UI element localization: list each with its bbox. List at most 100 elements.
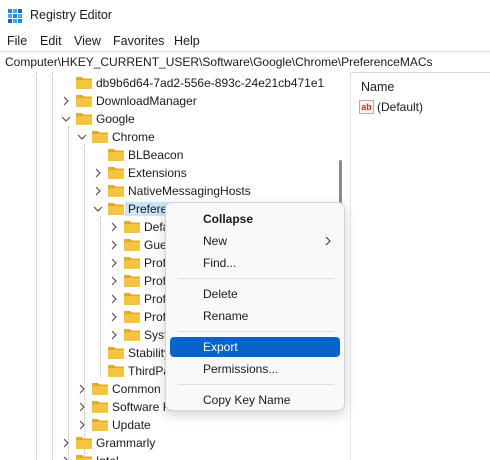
context-item-label: Rename xyxy=(203,309,249,323)
tree-item-google[interactable]: Google xyxy=(60,110,340,128)
chevron-right-icon[interactable] xyxy=(108,257,120,269)
window-title: Registry Editor xyxy=(30,8,112,22)
menu-separator xyxy=(178,384,334,385)
menu-view[interactable]: View xyxy=(74,34,101,48)
tree-item-label: BLBeacon xyxy=(128,148,184,162)
context-item-label: Find... xyxy=(203,256,237,270)
folder-icon xyxy=(108,185,124,197)
folder-icon xyxy=(92,419,108,431)
folder-icon xyxy=(124,239,140,251)
tree-guide-line xyxy=(68,126,69,460)
title-bar: Registry Editor xyxy=(0,0,490,32)
context-item-label: Permissions... xyxy=(203,362,279,376)
tree-item-chrome[interactable]: Chrome xyxy=(76,128,340,146)
context-item-label: Copy Key Name xyxy=(203,393,291,407)
menu-edit[interactable]: Edit xyxy=(40,34,62,48)
tree-item-blbeacon[interactable]: BLBeacon xyxy=(92,146,340,164)
tree-item-db9b6d64[interactable]: db9b6d64-7ad2-556e-893c-24e21cb471e1 xyxy=(60,74,340,92)
folder-icon xyxy=(124,329,140,341)
folder-icon xyxy=(124,311,140,323)
menu-file[interactable]: File xyxy=(7,34,27,48)
context-item-label: New xyxy=(203,234,228,248)
context-item-permissions[interactable]: Permissions... xyxy=(170,359,340,379)
context-item-label: Export xyxy=(203,340,238,354)
context-item-export[interactable]: Export xyxy=(170,337,340,357)
tree-item-label: Update xyxy=(112,418,151,432)
tree-item-label: Google xyxy=(96,112,135,126)
folder-icon xyxy=(108,149,124,161)
address-bar[interactable]: Computer\HKEY_CURRENT_USER\Software\Goog… xyxy=(0,51,490,73)
menu-favorites[interactable]: Favorites xyxy=(113,34,164,48)
folder-icon xyxy=(92,401,108,413)
chevron-right-icon[interactable] xyxy=(108,311,120,323)
chevron-right-icon[interactable] xyxy=(76,383,88,395)
chevron-right-icon[interactable] xyxy=(92,167,104,179)
values-pane[interactable]: Name ab (Default) xyxy=(351,72,490,460)
chevron-right-icon[interactable] xyxy=(108,293,120,305)
context-item-label: Collapse xyxy=(203,212,254,226)
context-item-copy-key-name[interactable]: Copy Key Name xyxy=(170,390,340,410)
chevron-right-icon[interactable] xyxy=(60,437,72,449)
folder-icon xyxy=(108,365,124,377)
chevron-right-icon[interactable] xyxy=(92,185,104,197)
tree-item-intel[interactable]: Intel xyxy=(60,452,340,460)
folder-icon xyxy=(76,437,92,449)
context-item-rename[interactable]: Rename xyxy=(170,306,340,326)
chevron-right-icon[interactable] xyxy=(108,275,120,287)
context-menu: Collapse New Find... Delete Rename Expor… xyxy=(165,202,345,411)
chevron-right-icon[interactable] xyxy=(60,455,72,460)
tree-item-label: ThirdPa xyxy=(128,364,171,378)
folder-open-icon xyxy=(92,131,108,143)
tree-item-nativemessaginghosts[interactable]: NativeMessagingHosts xyxy=(92,182,340,200)
tree-item-label: DownloadManager xyxy=(96,94,197,108)
context-item-delete[interactable]: Delete xyxy=(170,284,340,304)
context-item-collapse[interactable]: Collapse xyxy=(170,209,340,229)
chevron-right-icon[interactable] xyxy=(76,401,88,413)
folder-icon xyxy=(76,455,92,460)
tree-item-label: NativeMessagingHosts xyxy=(128,184,251,198)
tree-guide-line xyxy=(36,72,37,460)
tree-item-extensions[interactable]: Extensions xyxy=(92,164,340,182)
chevron-right-icon[interactable] xyxy=(108,221,120,233)
tree-item-label: Extensions xyxy=(128,166,187,180)
folder-icon xyxy=(92,383,108,395)
folder-icon xyxy=(124,221,140,233)
menu-bar: File Edit View Favorites Help xyxy=(0,32,490,50)
tree-item-update[interactable]: Update xyxy=(76,416,340,434)
folder-icon xyxy=(124,257,140,269)
tree-item-downloadmanager[interactable]: DownloadManager xyxy=(60,92,340,110)
tree-guide-line xyxy=(52,72,53,460)
context-item-find[interactable]: Find... xyxy=(170,253,340,273)
folder-icon xyxy=(124,275,140,287)
chevron-down-icon[interactable] xyxy=(76,131,88,143)
folder-icon xyxy=(76,95,92,107)
menu-separator xyxy=(178,278,334,279)
folder-icon xyxy=(124,293,140,305)
chevron-right-icon[interactable] xyxy=(108,239,120,251)
folder-icon xyxy=(76,77,92,89)
chevron-right-icon xyxy=(325,236,331,246)
context-item-new[interactable]: New xyxy=(170,231,340,251)
registry-editor-icon xyxy=(8,9,22,23)
tree-item-grammarly[interactable]: Grammarly xyxy=(60,434,340,452)
menu-separator xyxy=(178,331,334,332)
chevron-right-icon[interactable] xyxy=(108,329,120,341)
context-item-label: Delete xyxy=(203,287,238,301)
folder-icon xyxy=(108,347,124,359)
tree-item-label: db9b6d64-7ad2-556e-893c-24e21cb471e1 xyxy=(96,76,325,90)
chevron-right-icon[interactable] xyxy=(60,95,72,107)
chevron-down-icon[interactable] xyxy=(60,113,72,125)
folder-open-icon xyxy=(108,203,124,215)
tree-item-label: Common xyxy=(112,382,161,396)
chevron-down-icon[interactable] xyxy=(92,203,104,215)
address-path[interactable]: Computer\HKEY_CURRENT_USER\Software\Goog… xyxy=(5,55,432,69)
tree-item-label: Chrome xyxy=(112,130,155,144)
column-header-name[interactable]: Name xyxy=(361,80,394,94)
tree-item-label: Grammarly xyxy=(96,436,156,450)
folder-open-icon xyxy=(76,113,92,125)
chevron-right-icon[interactable] xyxy=(76,419,88,431)
tree-item-label: Stability xyxy=(128,346,171,360)
tree-item-label: Intel xyxy=(96,454,119,460)
value-name: (Default) xyxy=(377,100,424,114)
menu-help[interactable]: Help xyxy=(174,34,200,48)
